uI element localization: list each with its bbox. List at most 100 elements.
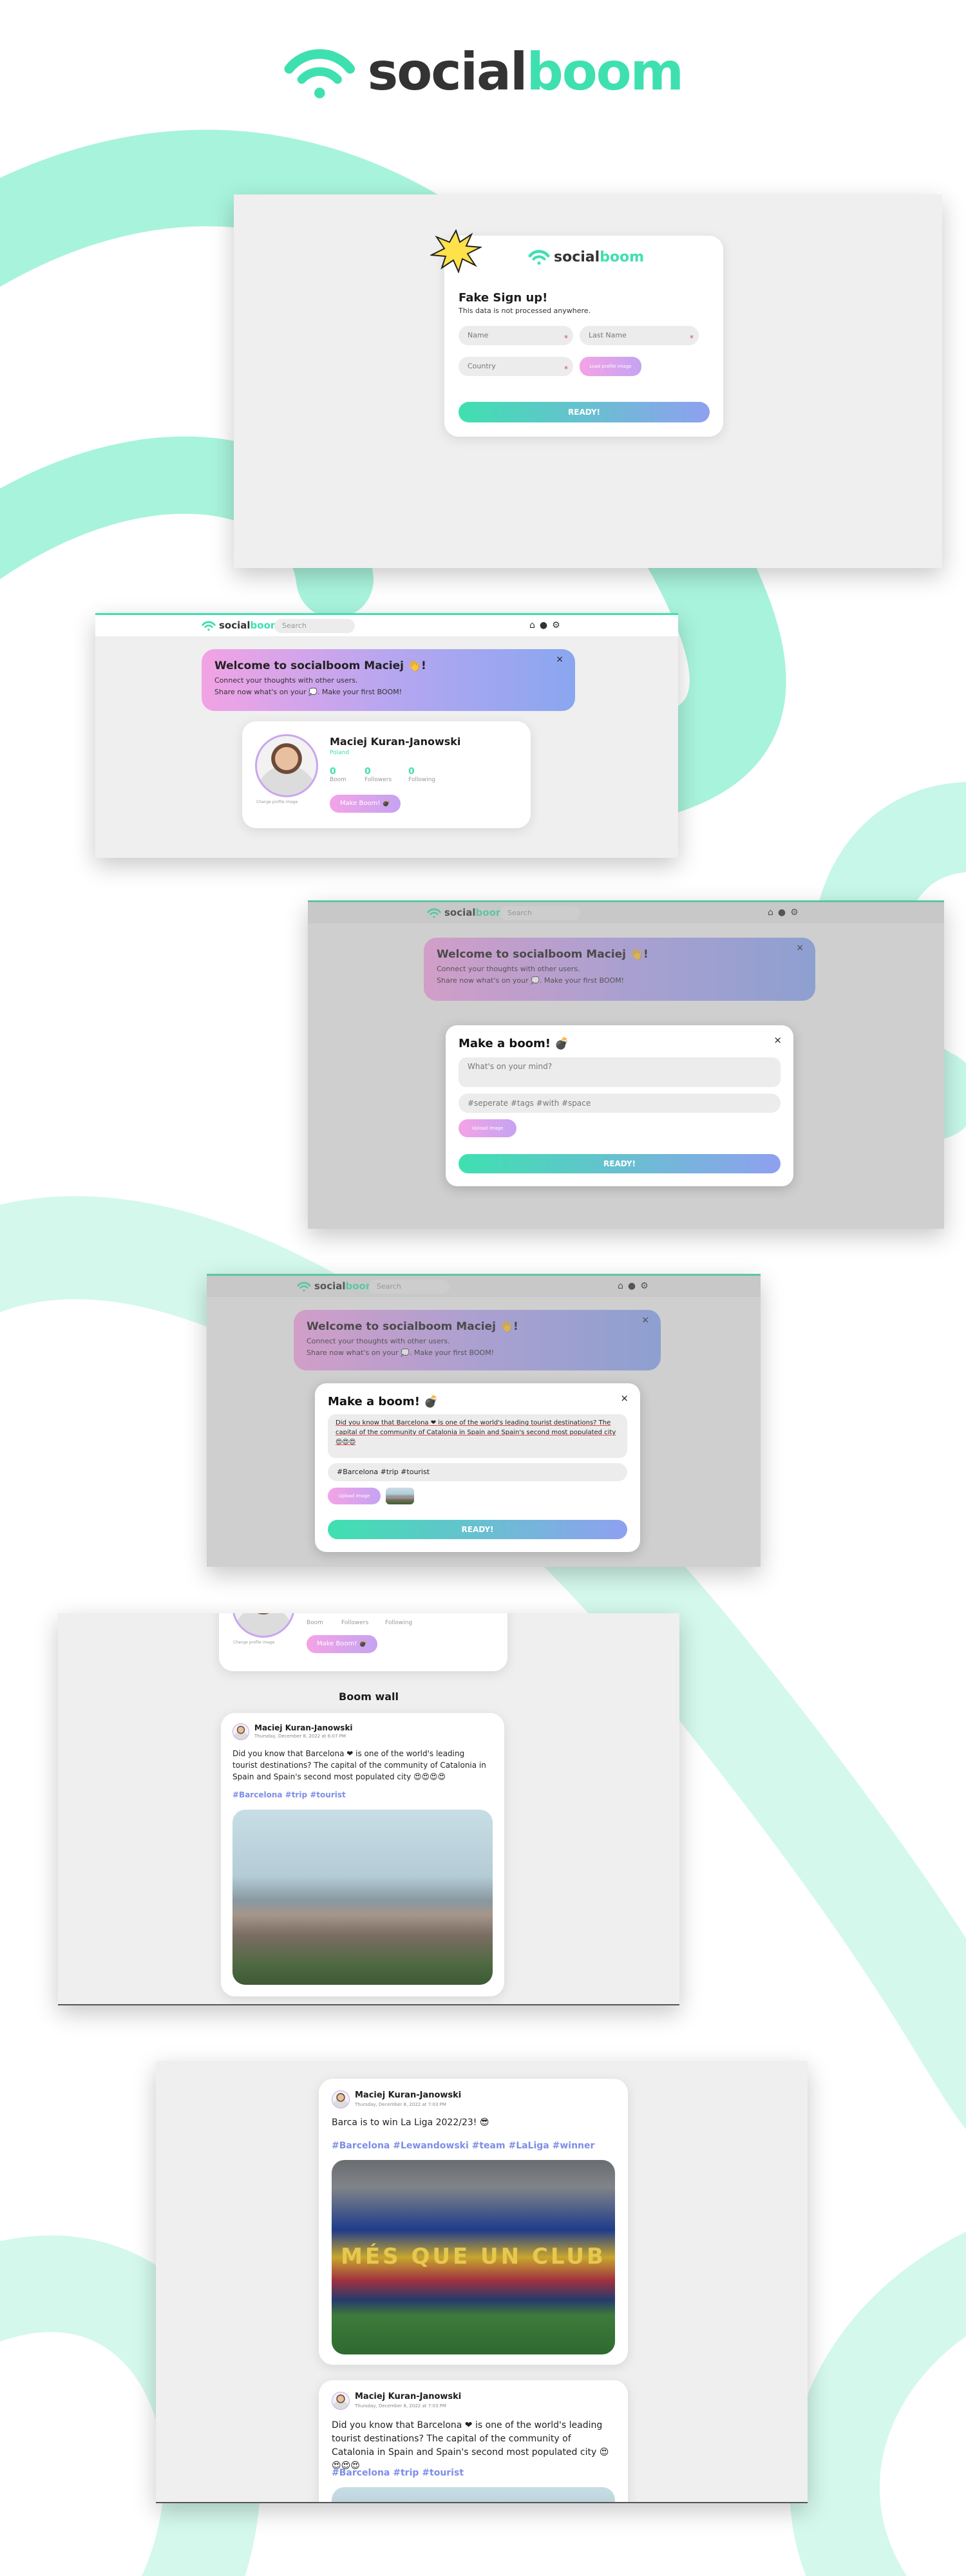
wifi-logo-icon xyxy=(202,620,216,630)
navbar: socialboom Search ⌂ ● ⚙ xyxy=(95,613,678,636)
stat-label: Following xyxy=(408,777,436,783)
author-avatar[interactable] xyxy=(332,2392,350,2410)
avatar[interactable] xyxy=(255,734,318,797)
search-input[interactable]: Search xyxy=(274,619,355,633)
post-card: Maciej Kuran-Janowski Thursday, December… xyxy=(319,2380,628,2502)
post-author[interactable]: Maciej Kuran-Janowski xyxy=(355,2090,461,2100)
stat-boom: 0 Boom xyxy=(330,766,346,783)
post-text-input[interactable]: Did you know that Barcelona ❤ is one of … xyxy=(328,1414,627,1458)
signup-ready-button[interactable]: READY! xyxy=(459,402,710,422)
required-marker: * xyxy=(564,334,568,343)
post-date: Thursday, December 8, 2022 at 6:07 PM xyxy=(254,1734,346,1739)
signup-card: socialboom Fake Sign up! This data is no… xyxy=(430,229,723,437)
close-icon[interactable]: × xyxy=(620,1392,629,1404)
stat-value: 0 xyxy=(365,766,371,777)
brand-social-text: social xyxy=(219,620,251,631)
upload-image-button[interactable]: Upload image xyxy=(459,1119,516,1137)
welcome-banner: Welcome to socialboom Maciej 👋! Connect … xyxy=(202,649,575,711)
make-boom-filled-screen: socialboom Search ⌂ ● ⚙ Welcome to socia… xyxy=(207,1274,761,1567)
avatar-caption[interactable]: Change profile image xyxy=(256,800,298,804)
feed-screen: Maciej Kuran-Janowski Thursday, December… xyxy=(156,2061,808,2503)
close-icon[interactable]: × xyxy=(773,1034,782,1046)
brand-social-text: social xyxy=(367,42,528,102)
author-avatar[interactable] xyxy=(232,1723,249,1740)
welcome-line-1: Connect your thoughts with other users. xyxy=(214,676,358,685)
post-author[interactable]: Maciej Kuran-Janowski xyxy=(254,1723,353,1732)
country-field-placeholder: Country xyxy=(468,362,496,370)
post-tags[interactable]: #Barcelona #Lewandowski #team #LaLiga #w… xyxy=(332,2141,594,2151)
author-avatar[interactable] xyxy=(332,2090,350,2108)
navbar-logo[interactable]: socialboom xyxy=(202,620,281,631)
post-card: Maciej Kuran-Janowski Thursday, December… xyxy=(221,1713,504,1996)
make-boom-modal: Make a boom! 💣 × Did you know that Barce… xyxy=(315,1383,640,1552)
stat-label: Boom xyxy=(330,777,346,783)
signup-title: Fake Sign up! xyxy=(459,291,548,305)
brand-social-text: social xyxy=(554,249,600,265)
lastname-field-placeholder: Last Name xyxy=(589,331,627,339)
stat-label: Following xyxy=(385,1620,413,1626)
wifi-logo-icon xyxy=(284,48,355,99)
brand-header: socialboom xyxy=(283,33,684,111)
stat-label: Followers xyxy=(365,777,392,783)
post-date: Thursday, December 8, 2022 at 7:03 PM xyxy=(355,2102,446,2107)
stat-label: Boom xyxy=(307,1620,323,1626)
avatar[interactable] xyxy=(232,1613,295,1638)
signup-screen: socialboom Fake Sign up! This data is no… xyxy=(234,194,942,568)
signup-subtitle: This data is not processed anywhere. xyxy=(459,307,591,315)
brand-boom-text: boom xyxy=(600,249,645,265)
close-icon[interactable]: × xyxy=(556,654,564,665)
chat-icon[interactable]: ● xyxy=(540,620,547,630)
make-boom-button[interactable]: Make Boom! 💣 xyxy=(330,795,401,813)
avatar-caption[interactable]: Change profile image xyxy=(233,1640,274,1645)
post-ready-button[interactable]: READY! xyxy=(328,1520,627,1539)
post-tags[interactable]: #Barcelona #trip #tourist xyxy=(232,1790,346,1799)
post-ready-button[interactable]: READY! xyxy=(459,1154,781,1173)
welcome-title: Welcome to socialboom Maciej 👋! xyxy=(214,659,426,672)
photo-slogan: MÉS QUE UN CLUB xyxy=(341,2244,606,2269)
stat-label: Followers xyxy=(341,1620,369,1626)
profile-country: Poland xyxy=(330,750,350,756)
boom-wall-screen: Change profile image Boom Followers Foll… xyxy=(58,1613,679,2005)
stat-value: 0 xyxy=(330,766,336,777)
required-marker: * xyxy=(690,334,694,343)
image-preview xyxy=(386,1488,414,1504)
tags-input[interactable]: #Barcelona #trip #tourist xyxy=(328,1463,627,1481)
brand-boom-text: boom xyxy=(526,42,684,102)
modal-title: Make a boom! 💣 xyxy=(459,1037,569,1050)
wifi-logo-icon xyxy=(528,250,550,265)
gear-icon[interactable]: ⚙ xyxy=(552,620,560,630)
profile-card-partial: Change profile image Boom Followers Foll… xyxy=(219,1613,507,1671)
post-card: Maciej Kuran-Janowski Thursday, December… xyxy=(319,2079,628,2365)
load-profile-image-button[interactable]: Load profile image xyxy=(580,357,641,376)
stat-following: 0 Following xyxy=(408,766,435,783)
upload-image-button[interactable]: Upload image xyxy=(328,1488,381,1504)
name-field[interactable]: Name * xyxy=(459,326,573,345)
tags-input[interactable]: #seperate #tags #with #space xyxy=(459,1094,781,1113)
signup-logo: socialboom xyxy=(528,249,644,265)
home-icon[interactable]: ⌂ xyxy=(529,620,535,630)
post-author[interactable]: Maciej Kuran-Janowski xyxy=(355,2392,461,2401)
post-photo: MÉS QUE UN CLUB xyxy=(332,2160,615,2354)
post-text: Barca is to win La Liga 2022/23! 😎 xyxy=(332,2117,489,2128)
welcome-line-2: Share now what's on your 💭. Make your fi… xyxy=(214,688,402,696)
required-marker: * xyxy=(564,365,568,374)
post-text-input[interactable]: What's on your mind? xyxy=(459,1057,781,1087)
post-date: Thursday, December 8, 2022 at 7:03 PM xyxy=(355,2403,446,2409)
country-field[interactable]: Country * xyxy=(459,357,573,376)
profile-card: Change profile image Maciej Kuran-Janows… xyxy=(242,721,531,828)
post-photo xyxy=(332,2487,615,2502)
make-boom-modal: Make a boom! 💣 × What's on your mind? #s… xyxy=(446,1025,793,1186)
profile-name: Maciej Kuran-Janowski xyxy=(330,735,461,748)
lastname-field[interactable]: Last Name * xyxy=(580,326,699,345)
modal-title: Make a boom! 💣 xyxy=(328,1395,439,1408)
wall-title: Boom wall xyxy=(339,1690,399,1703)
boom-burst-icon xyxy=(430,229,482,273)
make-boom-button[interactable]: Make Boom! 💣 xyxy=(307,1635,377,1653)
stat-followers: 0 Followers xyxy=(365,766,392,783)
post-photo xyxy=(232,1810,493,1985)
name-field-placeholder: Name xyxy=(468,331,489,339)
post-text: Did you know that Barcelona ❤ is one of … xyxy=(332,2420,609,2471)
post-tags[interactable]: #Barcelona #trip #tourist xyxy=(332,2468,464,2478)
home-screen: socialboom Search ⌂ ● ⚙ Welcome to socia… xyxy=(95,613,678,858)
make-boom-screen: socialboom Search ⌂ ● ⚙ Welcome to socia… xyxy=(308,900,944,1229)
